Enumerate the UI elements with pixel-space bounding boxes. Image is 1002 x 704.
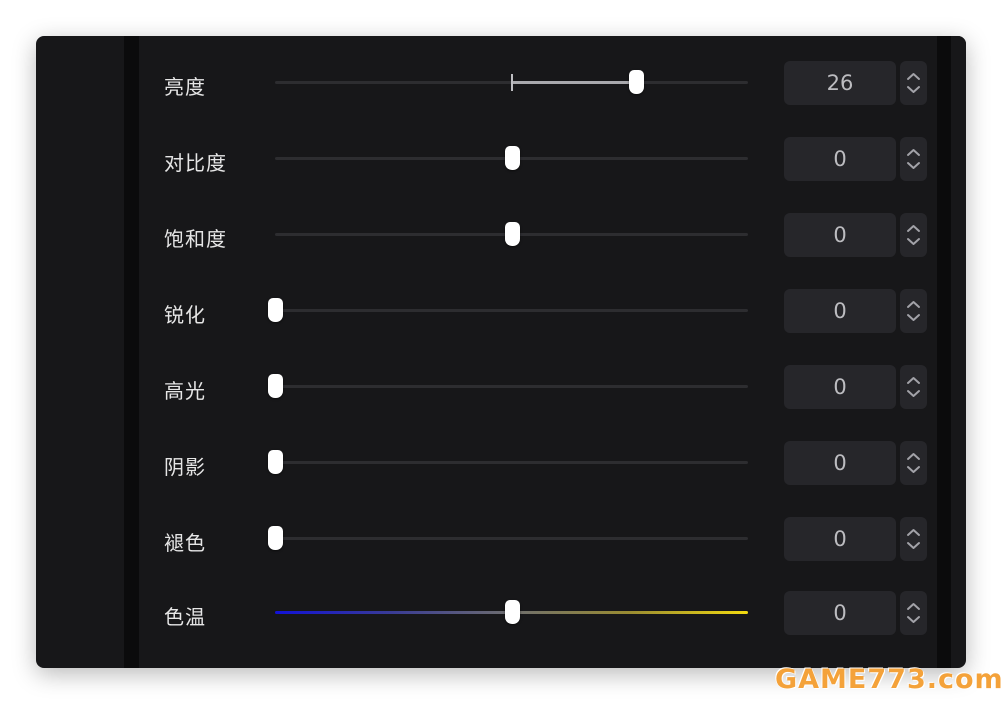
sharpen-label: 锐化 [164,303,206,327]
chevron-up-down-icon [907,377,920,397]
chevron-up-down-icon [907,73,920,93]
shadows-stepper[interactable] [900,441,927,485]
slider-row-brightness: 亮度 26 [36,59,966,107]
highlights-slider-track[interactable] [268,374,748,398]
temperature-value-input[interactable]: 0 [784,591,896,635]
sharpen-slider-knob[interactable] [268,298,283,322]
sharpen-value-input[interactable]: 0 [784,289,896,333]
highlights-label: 高光 [164,379,206,403]
slider-row-contrast: 对比度 0 [36,135,966,183]
saturation-value-input[interactable]: 0 [784,213,896,257]
contrast-label: 对比度 [164,151,227,175]
chevron-up-down-icon [907,149,920,169]
temperature-label: 色温 [164,605,206,629]
chevron-up-down-icon [907,529,920,549]
saturation-label: 饱和度 [164,227,227,251]
temperature-slider-track[interactable] [275,600,748,624]
temperature-slider-knob[interactable] [504,600,520,624]
fade-stepper[interactable] [900,517,927,561]
highlights-stepper[interactable] [900,365,927,409]
contrast-stepper[interactable] [900,137,927,181]
highlights-slider-knob[interactable] [268,374,283,398]
brightness-label: 亮度 [164,75,206,99]
left-divider [124,36,139,668]
contrast-value-input[interactable]: 0 [784,137,896,181]
brightness-value-input[interactable]: 26 [784,61,896,105]
slider-row-saturation: 饱和度 0 [36,211,966,259]
highlights-value-input[interactable]: 0 [784,365,896,409]
shadows-label: 阴影 [164,455,206,479]
fade-value-input[interactable]: 0 [784,517,896,561]
brightness-slider-knob[interactable] [629,70,645,94]
brightness-slider-track[interactable] [275,70,748,94]
slider-row-temperature: 色温 0 [36,589,966,637]
sharpen-stepper[interactable] [900,289,927,333]
chevron-up-down-icon [907,603,920,623]
contrast-slider-knob[interactable] [504,146,520,170]
chevron-up-down-icon [907,225,920,245]
saturation-stepper[interactable] [900,213,927,257]
brightness-center-tick [510,74,513,91]
shadows-value-input[interactable]: 0 [784,441,896,485]
adjustments-panel: 亮度 26 对比度 0 饱和度 0 锐化 0 高光 0 阴影 0 褪色 0 色温 0 [36,36,966,668]
contrast-slider-track[interactable] [275,146,748,170]
slider-row-sharpen: 锐化 0 [36,287,966,335]
temperature-stepper[interactable] [900,591,927,635]
watermark: GAME773.com [775,664,1002,695]
fade-slider-track[interactable] [268,526,748,550]
right-divider [937,36,951,668]
chevron-up-down-icon [907,301,920,321]
brightness-stepper[interactable] [900,61,927,105]
fade-slider-knob[interactable] [268,526,283,550]
saturation-slider-track[interactable] [275,222,748,246]
saturation-slider-knob[interactable] [504,222,520,246]
slider-row-fade: 褪色 0 [36,515,966,563]
fade-label: 褪色 [164,531,206,555]
shadows-slider-track[interactable] [268,450,748,474]
sharpen-slider-track[interactable] [268,298,748,322]
slider-row-highlights: 高光 0 [36,363,966,411]
chevron-up-down-icon [907,453,920,473]
slider-row-shadows: 阴影 0 [36,439,966,487]
shadows-slider-knob[interactable] [268,450,283,474]
brightness-slider-fill [511,81,637,84]
